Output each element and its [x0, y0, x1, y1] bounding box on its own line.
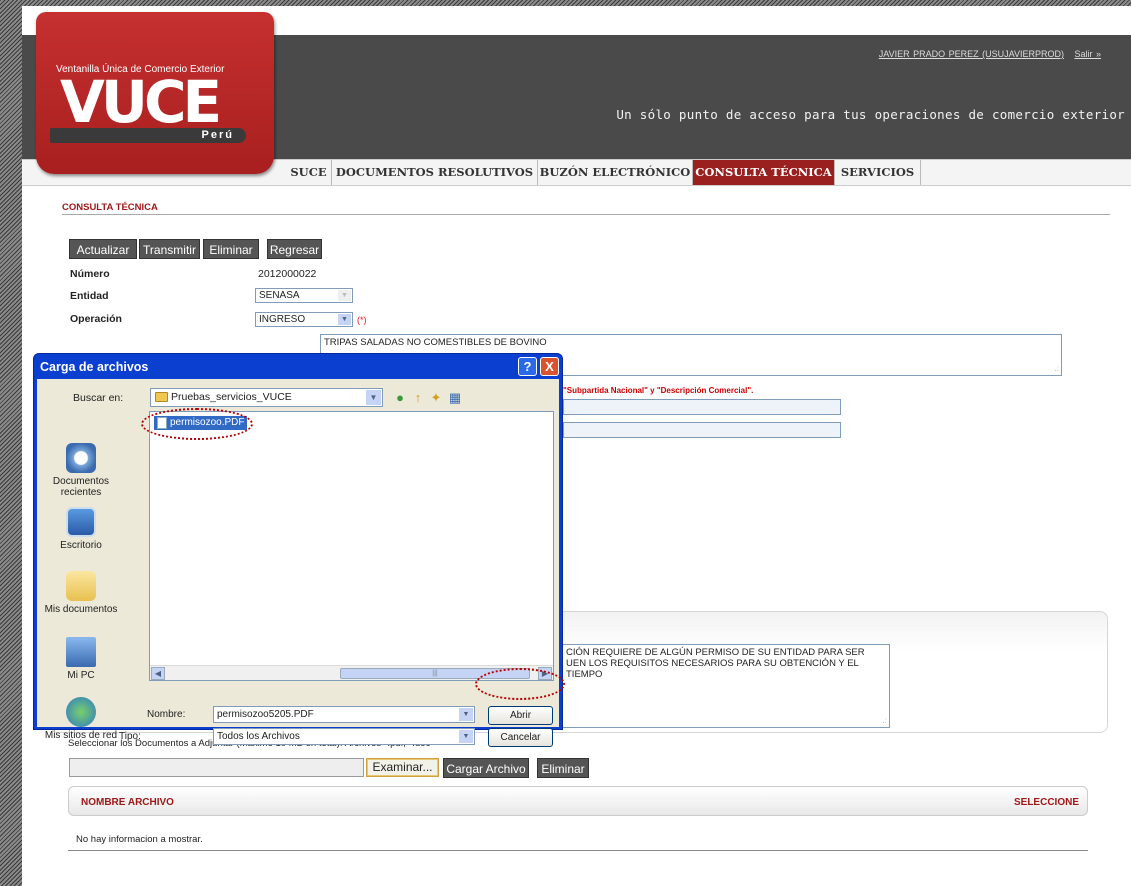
required-marker: (*)	[357, 315, 367, 325]
consulta-textarea[interactable]: CIÓN REQUIERE DE ALGÚN PERMISO DE SU ENT…	[563, 644, 890, 728]
nombre-value: permisozoo5205.PDF	[217, 709, 314, 720]
user-info: JAVIER PRADO PEREZ (USUJAVIERPROD) Salir…	[879, 49, 1101, 59]
consulta-line-2: UEN LOS REQUISITOS NECESARIOS PARA SU OB…	[566, 658, 859, 680]
file-list[interactable]: permisozoo.PDF ◀ ||| ▶	[149, 411, 554, 681]
actualizar-button[interactable]: Actualizar	[69, 239, 137, 259]
scroll-left-icon[interactable]: ◀	[151, 667, 165, 680]
user-link[interactable]: JAVIER PRADO PEREZ (USUJAVIERPROD)	[879, 49, 1064, 59]
dialog-title: Carga de archivos	[40, 360, 149, 374]
operacion-value: INGRESO	[259, 314, 306, 325]
logout-link[interactable]: Salir »	[1074, 49, 1101, 59]
place-label: Mi PC	[67, 670, 95, 681]
nav-item-buzon[interactable]: BUZÓN ELECTRÓNICO	[538, 160, 693, 185]
table-bottom-line	[68, 850, 1088, 851]
folder-icon	[155, 392, 168, 402]
regresar-button[interactable]: Regresar	[267, 239, 322, 259]
places-bar: Documentos recientes Escritorio Mis docu…	[41, 411, 121, 751]
chevron-down-icon: ▼	[459, 708, 473, 721]
folder-select[interactable]: Pruebas_servicios_VUCE ▼	[150, 388, 383, 407]
operacion-label: Operación	[70, 313, 122, 325]
highlight-abrir-circle	[475, 668, 565, 700]
nombre-label: Nombre:	[147, 709, 186, 720]
place-label: Mis documentos	[44, 604, 118, 615]
chevron-down-icon: ▼	[338, 290, 351, 301]
tipo-select[interactable]: Todos los Archivos ▼	[213, 728, 475, 745]
empty-message: No hay informacion a mostrar.	[76, 834, 203, 845]
place-mis-documentos[interactable]: Mis documentos	[41, 571, 121, 615]
my-documents-icon	[66, 571, 96, 601]
place-recientes[interactable]: Documentos recientes	[41, 443, 121, 498]
place-mi-pc[interactable]: Mi PC	[41, 637, 121, 681]
cancelar-button[interactable]: Cancelar	[488, 728, 553, 747]
operacion-select[interactable]: INGRESO ▼	[255, 312, 353, 327]
recent-documents-icon	[66, 443, 96, 473]
entidad-value: SENASA	[259, 290, 300, 301]
view-menu-icon[interactable]: ▦	[447, 390, 463, 406]
section-divider	[62, 214, 1110, 215]
place-label: Documentos recientes	[52, 476, 110, 498]
logo-country-bar: Perú	[50, 128, 246, 143]
vuce-logo[interactable]: Ventanilla Única de Comercio Exterior VU…	[36, 12, 274, 174]
entidad-select: SENASA ▼	[255, 288, 353, 303]
desktop-icon	[66, 507, 96, 537]
abrir-button[interactable]: Abrir	[488, 706, 553, 725]
tipo-value: Todos los Archivos	[217, 731, 300, 742]
up-folder-icon[interactable]: ↑	[410, 390, 426, 406]
numero-label: Número	[70, 268, 110, 280]
chevron-down-icon: ▼	[366, 390, 381, 405]
close-button[interactable]: X	[540, 357, 559, 376]
eliminar-button[interactable]: Eliminar	[203, 239, 259, 259]
logo-country: Perú	[201, 129, 234, 141]
place-label: Mis sitios de red	[44, 730, 118, 741]
subpartida-input[interactable]	[563, 399, 841, 415]
nav-item-consulta[interactable]: CONSULTA TÉCNICA	[693, 160, 835, 185]
attachments-table: NOMBRE ARCHIVO SELECCIONE No hay informa…	[68, 786, 1088, 852]
highlight-file-circle	[141, 408, 253, 440]
help-button[interactable]: ?	[518, 357, 537, 376]
chevron-down-icon: ▼	[338, 314, 351, 325]
consulta-line-1: CIÓN REQUIERE DE ALGÚN PERMISO DE SU ENT…	[566, 647, 865, 658]
column-seleccione: SELECCIONE	[1013, 797, 1079, 808]
nombre-input[interactable]: permisozoo5205.PDF ▼	[213, 706, 475, 723]
descripcion-input[interactable]	[563, 422, 841, 438]
producto-text: TRIPAS SALADAS NO COMESTIBLES DE BOVINO	[324, 337, 547, 348]
my-computer-icon	[66, 637, 96, 667]
folder-name: Pruebas_servicios_VUCE	[171, 391, 292, 403]
cargar-archivo-button[interactable]: Cargar Archivo	[443, 758, 529, 778]
tipo-label: Tipo:	[119, 731, 141, 742]
entidad-label: Entidad	[70, 290, 109, 302]
resize-grip-icon: .:	[1054, 364, 1059, 373]
eliminar-archivo-button[interactable]: Eliminar	[537, 758, 589, 778]
back-icon[interactable]: ●	[392, 390, 408, 406]
help-note: "Subpartida Nacional" y "Descripción Com…	[563, 386, 754, 395]
network-places-icon	[66, 697, 96, 727]
buscar-en-label: Buscar en:	[73, 392, 124, 404]
new-folder-icon[interactable]: ✦	[428, 390, 444, 406]
transmitir-button[interactable]: Transmitir	[139, 239, 200, 259]
table-header: NOMBRE ARCHIVO SELECCIONE	[68, 786, 1088, 816]
nav-item-suce[interactable]: SUCE	[286, 160, 332, 185]
place-label: Escritorio	[60, 540, 102, 551]
resize-grip-icon: .:	[882, 716, 887, 725]
nav-item-servicios[interactable]: SERVICIOS	[835, 160, 921, 185]
chevron-down-icon: ▼	[459, 730, 473, 743]
column-nombre-archivo: NOMBRE ARCHIVO	[81, 797, 174, 808]
logo-wordmark: VUCE	[60, 68, 222, 136]
place-sitios-red[interactable]: Mis sitios de red	[41, 697, 121, 741]
examinar-button[interactable]: Examinar...	[366, 758, 439, 777]
place-escritorio[interactable]: Escritorio	[41, 507, 121, 551]
section-title: CONSULTA TÉCNICA	[62, 202, 158, 213]
numero-value: 2012000022	[258, 268, 317, 280]
file-path-input[interactable]	[69, 758, 364, 777]
nav-item-documentos[interactable]: DOCUMENTOS RESOLUTIVOS	[332, 160, 538, 185]
slogan: Un sólo punto de acceso para tus operaci…	[616, 107, 1125, 122]
